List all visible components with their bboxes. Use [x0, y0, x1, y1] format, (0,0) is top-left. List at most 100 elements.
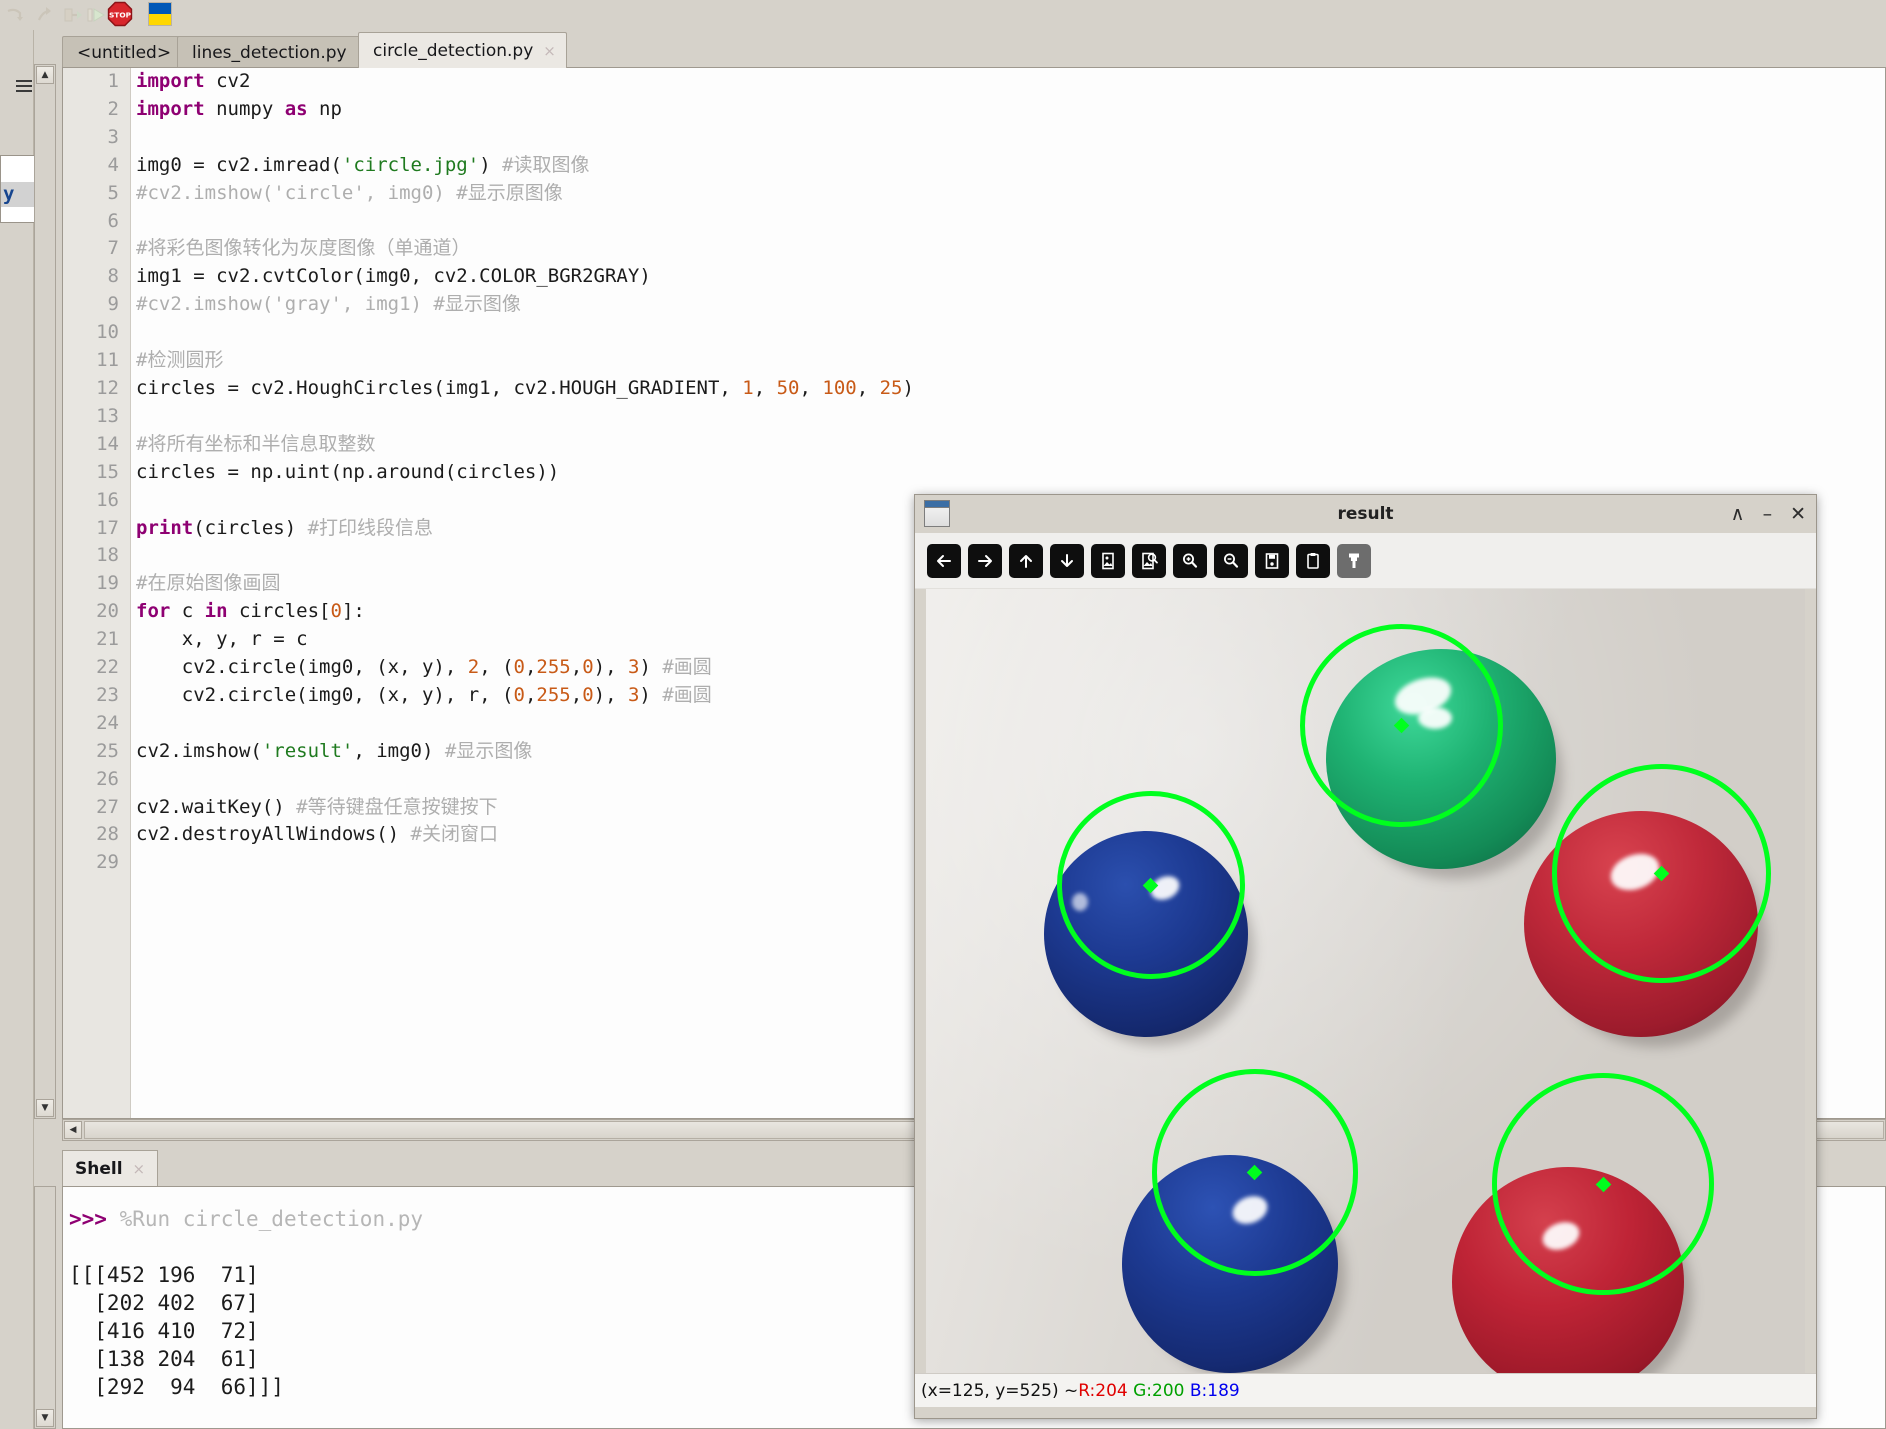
- code-line[interactable]: [136, 319, 1885, 347]
- paintbrush-icon[interactable]: [1337, 543, 1371, 578]
- line-number: 29: [96, 851, 119, 874]
- shell-vertical-scrollbar[interactable]: ▼: [34, 1186, 56, 1429]
- editor-line-number-gutter: 1 2 3 4 5 6 7 8 9 10 11 12 13 14 15 16 17 18 19 20 21 22 23 24 2…: [63, 68, 131, 1118]
- tab-close-icon[interactable]: ×: [133, 1160, 146, 1178]
- line-number: 25: [96, 739, 119, 762]
- step-out-icon[interactable]: [60, 2, 86, 28]
- line-number: 12: [96, 376, 119, 399]
- shell-tab-label: Shell: [75, 1158, 123, 1179]
- line-number: 16: [96, 488, 119, 511]
- pixel-green-value: G:200: [1133, 1380, 1185, 1401]
- arrow-down-icon[interactable]: [1050, 543, 1084, 578]
- code-line[interactable]: img0 = cv2.imread('circle.jpg') #读取图像: [136, 152, 1885, 180]
- hough-overlay: [926, 589, 1805, 1373]
- editor-vertical-scrollbar[interactable]: ▲ ▼: [34, 64, 56, 1119]
- line-number: 8: [107, 265, 119, 288]
- ukraine-flag-icon[interactable]: [148, 2, 172, 26]
- scroll-left-icon[interactable]: ◀: [64, 1121, 82, 1139]
- code-line[interactable]: #cv2.imshow('circle', img0) #显示原图像: [136, 180, 1885, 208]
- code-line[interactable]: #cv2.imshow('gray', img1) #显示图像: [136, 291, 1885, 319]
- window-app-icon: [924, 500, 950, 527]
- result-window-statusbar: (x=125, y=525) ~ R:204 G:200 B:189: [915, 1373, 1816, 1407]
- code-line[interactable]: [136, 208, 1885, 236]
- code-line[interactable]: import numpy as np: [136, 96, 1885, 124]
- result-window-titlebar[interactable]: result ∧ – ✕: [915, 495, 1816, 533]
- line-number: 15: [96, 460, 119, 483]
- result-window[interactable]: result ∧ – ✕ (x=125, y=525) ~ R:204 G:20…: [914, 494, 1817, 1419]
- scroll-up-icon[interactable]: ▲: [36, 66, 54, 84]
- line-number: 24: [96, 711, 119, 734]
- line-number: 6: [107, 209, 119, 232]
- code-line[interactable]: img1 = cv2.cvtColor(img0, cv2.COLOR_BGR2…: [136, 263, 1885, 291]
- tab-close-icon[interactable]: ×: [543, 42, 556, 60]
- code-line[interactable]: #将所有坐标和半信息取整数: [136, 431, 1885, 459]
- line-number: 2: [107, 97, 119, 120]
- code-line[interactable]: [136, 403, 1885, 431]
- minimize-icon[interactable]: –: [1763, 504, 1773, 524]
- code-line[interactable]: #检测圆形: [136, 347, 1885, 375]
- shell-command: %Run circle_detection.py: [119, 1207, 424, 1231]
- tab-label: circle_detection.py: [373, 40, 534, 61]
- result-window-toolbar: [915, 533, 1816, 589]
- save-icon[interactable]: [1255, 543, 1289, 578]
- rollup-icon[interactable]: ∧: [1731, 504, 1745, 524]
- line-number: 20: [96, 600, 119, 623]
- tab-label: <untitled>: [77, 42, 172, 63]
- arrow-right-icon[interactable]: [968, 543, 1002, 578]
- menu-burger-icon[interactable]: [16, 80, 32, 92]
- zoom-out-icon[interactable]: [1214, 543, 1248, 578]
- line-number: 1: [107, 70, 119, 92]
- scroll-down-icon[interactable]: ▼: [36, 1099, 54, 1117]
- stop-icon[interactable]: STOP: [107, 1, 133, 27]
- tab-circle-detection[interactable]: circle_detection.py ×: [358, 32, 567, 68]
- shell-result-text: [[[452 196 71] [202 402 67] [416 410 72]…: [69, 1263, 284, 1399]
- code-line[interactable]: [136, 124, 1885, 152]
- tab-label: lines_detection.py: [192, 42, 347, 63]
- arrow-up-icon[interactable]: [1009, 543, 1043, 578]
- tab-shell[interactable]: Shell ×: [62, 1150, 159, 1186]
- tab-lines-detection[interactable]: lines_detection.py ×: [177, 36, 381, 68]
- code-line[interactable]: circles = cv2.HoughCircles(img1, cv2.HOU…: [136, 375, 1885, 403]
- shell-prompt: >>>: [69, 1207, 107, 1231]
- pixel-red-value: R:204: [1078, 1380, 1128, 1401]
- line-number: 3: [107, 125, 119, 148]
- cursor-coordinates: (x=125, y=525) ~: [921, 1380, 1079, 1401]
- code-line[interactable]: circles = np.uint(np.around(circles)): [136, 459, 1885, 487]
- code-line[interactable]: import cv2: [136, 68, 1885, 96]
- line-number: 7: [107, 237, 119, 260]
- result-image-canvas[interactable]: [926, 589, 1805, 1373]
- assistant-popup-panel[interactable]: y: [0, 155, 38, 223]
- line-number: 13: [96, 404, 119, 427]
- pixel-blue-value: B:189: [1189, 1380, 1240, 1401]
- code-line[interactable]: #将彩色图像转化为灰度图像（单通道）: [136, 235, 1885, 263]
- fit-image-icon[interactable]: [1091, 543, 1125, 578]
- step-into-icon[interactable]: [32, 2, 58, 28]
- result-window-title: result: [1337, 504, 1394, 524]
- zoom-to-fit-icon[interactable]: [1132, 543, 1166, 578]
- line-number: 14: [96, 432, 119, 455]
- line-number: 9: [107, 293, 119, 316]
- line-number: 27: [96, 795, 119, 818]
- line-number: 21: [96, 628, 119, 651]
- close-icon[interactable]: ✕: [1790, 504, 1806, 524]
- popup-row-text[interactable]: y: [1, 182, 38, 207]
- line-number: 10: [96, 321, 119, 344]
- line-number: 19: [96, 572, 119, 595]
- line-number: 17: [96, 516, 119, 539]
- line-number: 18: [96, 544, 119, 567]
- line-number: 4: [107, 153, 119, 176]
- line-number: 23: [96, 683, 119, 706]
- line-number: 28: [96, 823, 119, 846]
- main-toolbar: STOP: [0, 0, 1886, 30]
- svg-text:STOP: STOP: [109, 11, 132, 20]
- arrow-left-icon[interactable]: [927, 543, 961, 578]
- line-number: 22: [96, 656, 119, 679]
- line-number: 26: [96, 767, 119, 790]
- copy-icon[interactable]: [1296, 543, 1330, 578]
- step-over-icon[interactable]: [2, 2, 28, 28]
- zoom-in-icon[interactable]: [1173, 543, 1207, 578]
- scroll-down-icon[interactable]: ▼: [36, 1409, 54, 1427]
- line-number: 5: [107, 181, 119, 204]
- left-rail: [0, 30, 34, 1429]
- line-number: 11: [96, 349, 119, 372]
